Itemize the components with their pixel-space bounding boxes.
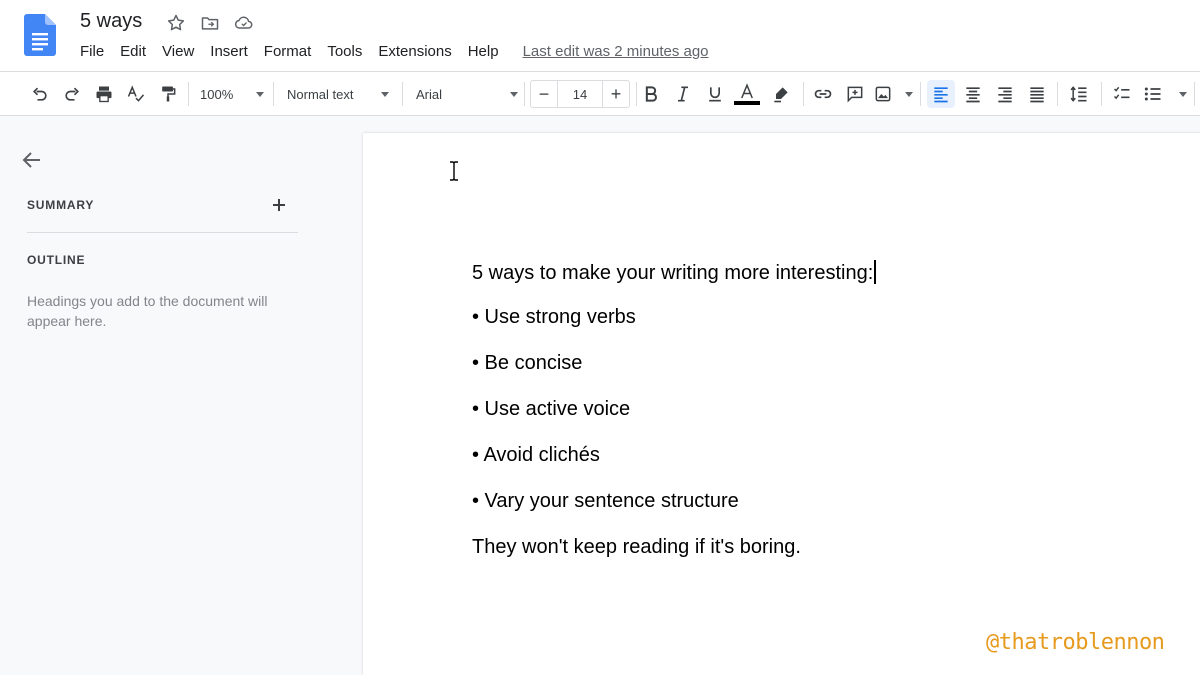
document-bullet-line[interactable]: • Vary your sentence structure — [472, 490, 739, 513]
summary-heading: SUMMARY — [27, 198, 95, 212]
checklist-icon[interactable] — [1110, 80, 1134, 108]
insert-link-icon[interactable] — [811, 80, 835, 108]
toolbar-divider — [1057, 82, 1058, 106]
text-color-icon[interactable] — [733, 80, 761, 108]
font-size-input[interactable]: 14 — [557, 81, 603, 107]
document-line-text: 5 ways to make your writing more interes… — [472, 262, 874, 284]
outline-sidebar: SUMMARY OUTLINE Headings you add to the … — [0, 116, 362, 675]
toolbar-divider — [920, 82, 921, 106]
toolbar-divider — [402, 82, 403, 106]
menu-view[interactable]: View — [162, 43, 194, 60]
insert-image-button[interactable] — [873, 80, 913, 108]
paragraph-style-value: Normal text — [287, 86, 354, 102]
paragraph-style-select[interactable]: Normal text — [287, 80, 389, 108]
align-right-icon[interactable] — [993, 80, 1017, 108]
image-icon — [875, 86, 891, 102]
outline-heading: OUTLINE — [27, 253, 86, 267]
back-arrow-icon[interactable] — [20, 148, 44, 172]
paint-format-icon[interactable] — [156, 80, 180, 108]
outline-empty-hint: Headings you add to the document will ap… — [27, 293, 268, 329]
menu-format[interactable]: Format — [264, 43, 312, 60]
add-comment-icon[interactable] — [843, 80, 867, 108]
justify-icon[interactable] — [1025, 80, 1049, 108]
chevron-down-icon — [1179, 91, 1187, 97]
toolbar: 100% Normal text Arial − 14 + — [0, 71, 1200, 116]
app-header: 5 ways File Edit View Insert Format Tool… — [0, 0, 1200, 71]
font-family-select[interactable]: Arial — [416, 80, 518, 108]
mouse-ibeam-cursor-icon — [447, 160, 461, 182]
increase-font-size-button[interactable]: + — [603, 81, 629, 107]
align-center-icon[interactable] — [961, 80, 985, 108]
document-bullet-line[interactable]: • Use active voice — [472, 398, 630, 421]
redo-icon[interactable] — [60, 80, 84, 108]
align-left-icon[interactable] — [927, 80, 955, 108]
chevron-down-icon — [381, 91, 389, 97]
document-bullet-line[interactable]: • Use strong verbs — [472, 306, 636, 329]
menu-help[interactable]: Help — [468, 43, 499, 60]
sidebar-divider — [27, 232, 298, 233]
bulleted-list-icon — [1144, 87, 1161, 101]
document-closing-line[interactable]: They won't keep reading if it's boring. — [472, 536, 801, 559]
cloud-saved-icon[interactable] — [233, 12, 255, 34]
document-bullet-line[interactable]: • Be concise — [472, 352, 582, 375]
undo-icon[interactable] — [28, 80, 52, 108]
decrease-font-size-button[interactable]: − — [531, 81, 557, 107]
zoom-value: 100% — [200, 86, 234, 102]
document-heading-line[interactable]: 5 ways to make your writing more interes… — [472, 260, 877, 285]
bold-icon[interactable] — [639, 80, 663, 108]
toolbar-divider — [803, 82, 804, 106]
watermark-handle: @thatroblennon — [986, 630, 1165, 655]
toolbar-divider — [636, 82, 637, 106]
menu-insert[interactable]: Insert — [210, 43, 248, 60]
toolbar-divider — [273, 82, 274, 106]
print-icon[interactable] — [92, 80, 116, 108]
line-spacing-icon[interactable] — [1067, 80, 1091, 108]
text-color-swatch — [734, 101, 760, 105]
menu-extensions[interactable]: Extensions — [378, 43, 451, 60]
document-bullet-line[interactable]: • Avoid clichés — [472, 444, 600, 467]
menu-edit[interactable]: Edit — [120, 43, 146, 60]
star-icon[interactable] — [165, 12, 187, 34]
toolbar-divider — [188, 82, 189, 106]
font-size-control: − 14 + — [530, 80, 630, 108]
highlight-color-icon[interactable] — [769, 80, 793, 108]
move-to-folder-icon[interactable] — [199, 12, 221, 34]
bulleted-list-button[interactable] — [1143, 80, 1187, 108]
chevron-down-icon — [510, 91, 518, 97]
add-summary-plus-icon[interactable] — [270, 196, 288, 214]
google-docs-logo-icon[interactable] — [24, 14, 56, 56]
chevron-down-icon — [905, 91, 913, 97]
italic-icon[interactable] — [671, 80, 695, 108]
text-cursor — [874, 260, 877, 284]
menu-file[interactable]: File — [80, 43, 104, 60]
spellcheck-icon[interactable] — [124, 80, 148, 108]
menu-bar: File Edit View Insert Format Tools Exten… — [80, 43, 709, 60]
chevron-down-icon — [256, 91, 264, 97]
zoom-select[interactable]: 100% — [200, 80, 264, 108]
menu-tools[interactable]: Tools — [327, 43, 362, 60]
toolbar-divider — [1194, 82, 1195, 106]
font-family-value: Arial — [416, 86, 443, 102]
underline-icon[interactable] — [703, 80, 727, 108]
toolbar-divider — [524, 82, 525, 106]
toolbar-divider — [1101, 82, 1102, 106]
last-edit-link[interactable]: Last edit was 2 minutes ago — [523, 43, 709, 60]
doc-title[interactable]: 5 ways — [80, 10, 142, 33]
